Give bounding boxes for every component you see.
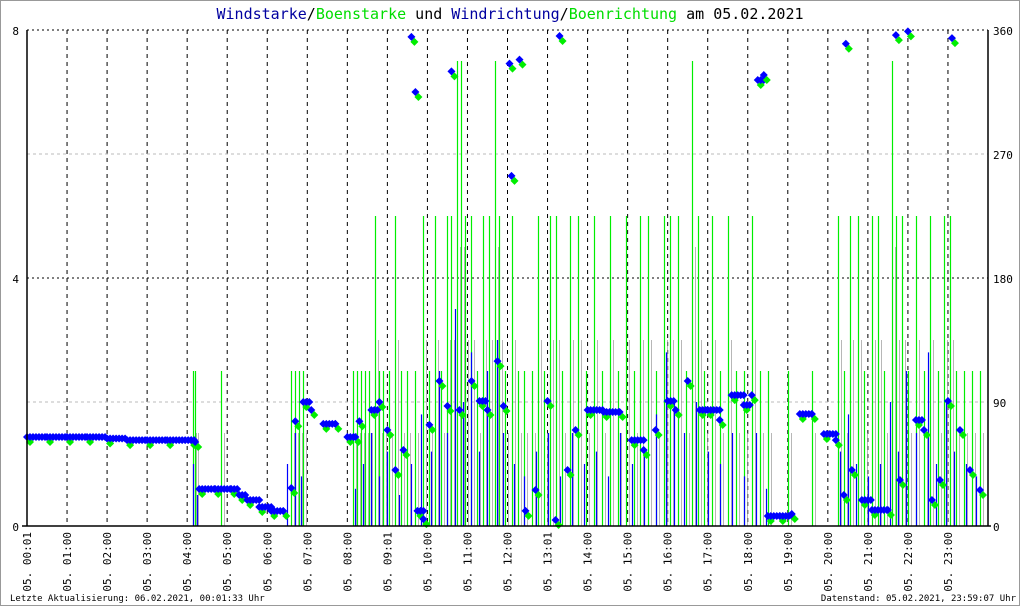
title-part: Boenrichtung <box>569 5 677 23</box>
x-tick-label: 05. 19:00 <box>782 532 795 592</box>
title-part: am 05.02.2021 <box>677 5 803 23</box>
title-part: und <box>406 5 451 23</box>
chart-title: Windstarke/Boenstarke und Windrichtung/B… <box>216 5 803 23</box>
left-y-tick-label: 4 <box>12 273 19 286</box>
x-tick-label: 05. 16:00 <box>662 532 675 592</box>
x-tick-label: 05. 08:00 <box>341 532 354 592</box>
x-tick-label: 05. 02:00 <box>101 532 114 592</box>
x-tick-label: 05. 10:00 <box>421 532 434 592</box>
x-tick-label: 05. 09:01 <box>381 532 394 592</box>
x-tick-label: 05. 21:00 <box>862 532 875 592</box>
speed-bars <box>192 61 984 526</box>
x-tick-label: 05. 05:00 <box>221 532 234 592</box>
right-y-tick-label: 90 <box>993 397 1006 410</box>
x-tick-label: 05. 13:01 <box>542 532 555 592</box>
x-tick-label: 05. 20:00 <box>822 532 835 592</box>
title-part: / <box>307 5 316 23</box>
x-tick-label: 05. 11:00 <box>461 532 474 592</box>
left-y-tick-label: 0 <box>12 521 19 534</box>
title-part: Windstarke <box>216 5 306 23</box>
x-tick-label: 05. 06:00 <box>261 532 274 592</box>
footer-last-update: Letzte Aktualisierung: 06.02.2021, 00:01… <box>10 594 265 604</box>
right-y-tick-label: 180 <box>993 273 1013 286</box>
x-tick-label: 05. 18:00 <box>742 532 755 592</box>
x-tick-label: 05. 23:00 <box>942 532 955 592</box>
x-tick-label: 05. 04:00 <box>181 532 194 592</box>
x-tick-label: 05. 14:00 <box>582 532 595 592</box>
left-y-tick-label: 8 <box>12 25 19 38</box>
x-tick-label: 05. 03:00 <box>141 532 154 592</box>
right-y-tick-label: 270 <box>993 149 1013 162</box>
x-tick-label: 05. 22:00 <box>902 532 915 592</box>
x-tick-label: 05. 01:00 <box>61 532 74 592</box>
title-part: / <box>560 5 569 23</box>
x-tick-label: 05. 17:00 <box>702 532 715 592</box>
grid <box>27 29 988 526</box>
wind-chart: Windstarke/Boenstarke und Windrichtung/B… <box>10 5 1017 604</box>
footer-data-state: Datenstand: 05.02.2021, 23:59:07 Uhr <box>821 594 1017 604</box>
title-part: Boenstarke <box>316 5 406 23</box>
x-tick-label: 05. 12:00 <box>502 532 515 592</box>
x-tick-label: 05. 07:00 <box>301 532 314 592</box>
title-part: Windrichtung <box>451 5 559 23</box>
x-tick-label: 05. 15:00 <box>622 532 635 592</box>
right-y-tick-label: 360 <box>993 25 1013 38</box>
x-tick-label: 05. 00:01 <box>21 532 34 592</box>
right-y-tick-label: 0 <box>993 521 1000 534</box>
